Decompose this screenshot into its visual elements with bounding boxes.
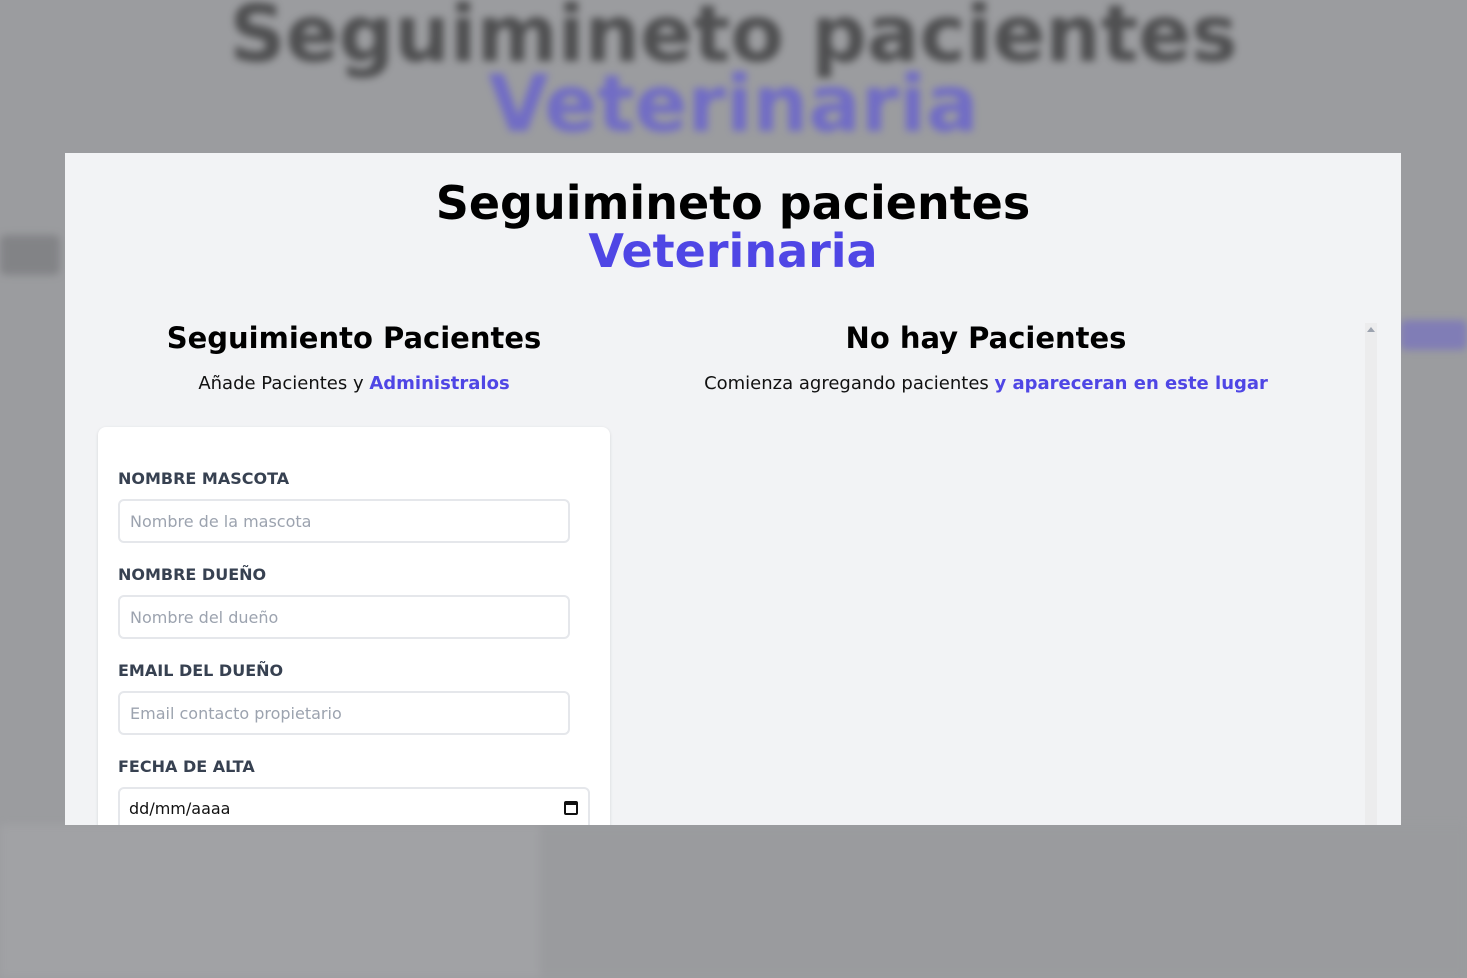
owner-name-label: NOMBRE DUEÑO	[118, 565, 267, 584]
calendar-icon[interactable]	[564, 801, 578, 815]
title-text: Seguimineto pacientes	[435, 176, 1031, 230]
form-section: Seguimiento Pacientes Añade Pacientes y …	[98, 321, 610, 825]
discharge-date-input[interactable]: dd/mm/aaaa	[118, 787, 590, 825]
form-subtitle: Añade Pacientes y Administralos	[198, 373, 510, 394]
patients-section: No hay Pacientes Comienza agregando paci…	[645, 321, 1327, 394]
pet-name-label: NOMBRE MASCOTA	[118, 469, 290, 488]
background-panel	[540, 825, 1467, 978]
title-accent: Veterinaria	[588, 224, 878, 278]
owner-email-input[interactable]	[118, 691, 570, 735]
date-value: dd/mm/aaaa	[129, 799, 231, 818]
scroll-up-arrow-icon[interactable]	[1367, 327, 1375, 332]
owner-email-label: EMAIL DEL DUEÑO	[118, 661, 284, 680]
background-panel	[0, 825, 540, 978]
scrollbar[interactable]	[1365, 323, 1377, 825]
background-title: Seguimineto pacientes Veterinaria	[229, 0, 1238, 150]
form-heading: Seguimiento Pacientes	[166, 321, 542, 355]
page-title: Seguimineto pacientes Veterinaria	[65, 179, 1401, 275]
discharge-date-label: FECHA DE ALTA	[118, 757, 255, 776]
background-block	[1400, 320, 1467, 350]
background-block	[0, 235, 60, 275]
patient-form: NOMBRE MASCOTA NOMBRE DUEÑO EMAIL DEL DU…	[98, 427, 610, 825]
patients-subtitle: Comienza agregando pacientes y aparecera…	[704, 373, 1268, 394]
patients-heading: No hay Pacientes	[845, 321, 1127, 355]
modal-window: Seguimineto pacientes Veterinaria Seguim…	[65, 153, 1401, 825]
pet-name-input[interactable]	[118, 499, 570, 543]
owner-name-input[interactable]	[118, 595, 570, 639]
